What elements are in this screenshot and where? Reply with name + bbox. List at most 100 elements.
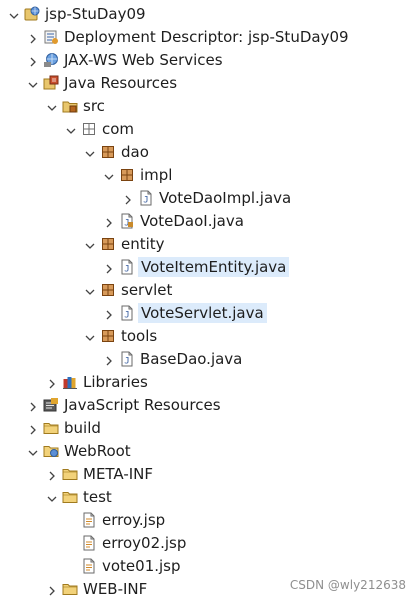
tree-item-label: VoteDaoImpl.java xyxy=(159,189,292,207)
jsp-file-icon xyxy=(81,558,97,574)
java-resources-icon xyxy=(43,75,59,91)
tree-item-label: VoteItemEntity.java xyxy=(138,257,290,277)
tree-item-label: VoteServlet.java xyxy=(138,303,267,323)
java-interface-file-icon: J xyxy=(119,213,135,229)
tree-item-vote01-jsp[interactable]: vote01.jsp xyxy=(0,555,418,578)
folder-icon xyxy=(62,466,78,482)
tree-item-basedao-java[interactable]: J BaseDao.java xyxy=(0,348,418,371)
tree-item-servlet[interactable]: servlet xyxy=(0,279,418,302)
tree-item-label: Libraries xyxy=(83,373,148,391)
tree-item-deployment-descriptor-jsp-studay09[interactable]: Deployment Descriptor: jsp-StuDay09 xyxy=(0,26,418,49)
tree-item-test[interactable]: test xyxy=(0,486,418,509)
tree-item-label: Java Resources xyxy=(64,74,178,92)
chevron-right-icon[interactable] xyxy=(103,353,115,366)
tree-item-label: erroy02.jsp xyxy=(102,534,187,552)
tree-item-label: vote01.jsp xyxy=(102,557,181,575)
folder-icon xyxy=(62,489,78,505)
package-icon xyxy=(119,167,135,183)
tree-item-label: BaseDao.java xyxy=(140,350,243,368)
project-explorer-tree: jsp-StuDay09 Deployment Descriptor: jsp-S… xyxy=(0,0,418,603)
tree-item-label: com xyxy=(102,120,135,138)
chevron-down-icon[interactable] xyxy=(84,238,96,250)
java-file-icon: J xyxy=(119,259,135,275)
tree-item-label: impl xyxy=(140,166,173,184)
csdn-watermark: CSDN @wly212638 xyxy=(289,578,406,592)
tree-item-label: entity xyxy=(121,235,165,253)
chevron-right-icon[interactable] xyxy=(46,583,58,596)
tree-item-meta-inf[interactable]: META-INF xyxy=(0,463,418,486)
chevron-right-icon[interactable] xyxy=(27,399,39,412)
source-folder-icon xyxy=(62,98,78,114)
tree-item-label: Deployment Descriptor: jsp-StuDay09 xyxy=(64,28,349,46)
javascript-resources-icon xyxy=(43,397,59,413)
chevron-down-icon[interactable] xyxy=(27,445,39,457)
tree-item-votedaoi-java[interactable]: J VoteDaoI.java xyxy=(0,210,418,233)
libraries-icon xyxy=(62,374,78,390)
chevron-down-icon[interactable] xyxy=(84,330,96,342)
folder-icon xyxy=(43,420,59,436)
tree-item-erroy-jsp[interactable]: erroy.jsp xyxy=(0,509,418,532)
chevron-right-icon[interactable] xyxy=(46,376,58,389)
tree-item-jsp-studay09[interactable]: jsp-StuDay09 xyxy=(0,3,418,26)
package-icon xyxy=(100,144,116,160)
package-icon xyxy=(100,328,116,344)
chevron-down-icon[interactable] xyxy=(8,8,20,20)
java-file-icon: J xyxy=(138,190,154,206)
tree-item-build[interactable]: build xyxy=(0,417,418,440)
chevron-down-icon[interactable] xyxy=(84,146,96,158)
java-file-icon: J xyxy=(119,351,135,367)
tree-item-java-resources[interactable]: Java Resources xyxy=(0,72,418,95)
tree-item-label: META-INF xyxy=(83,465,154,483)
tree-item-label: erroy.jsp xyxy=(102,511,166,529)
tree-item-label: tools xyxy=(121,327,158,345)
package-icon xyxy=(100,236,116,252)
java-file-icon: J xyxy=(119,305,135,321)
tree-item-libraries[interactable]: Libraries xyxy=(0,371,418,394)
tree-item-label: VoteDaoI.java xyxy=(140,212,244,230)
web-folder-icon xyxy=(43,443,59,459)
package-icon xyxy=(100,282,116,298)
chevron-down-icon[interactable] xyxy=(84,284,96,296)
chevron-down-icon[interactable] xyxy=(65,123,77,135)
tree-item-label: test xyxy=(83,488,112,506)
tree-item-tools[interactable]: tools xyxy=(0,325,418,348)
svg-text:J: J xyxy=(143,196,148,206)
tree-item-voteitementity-java[interactable]: J VoteItemEntity.java xyxy=(0,256,418,279)
chevron-right-icon[interactable] xyxy=(103,215,115,228)
chevron-down-icon[interactable] xyxy=(103,169,115,181)
tree-item-impl[interactable]: impl xyxy=(0,164,418,187)
folder-icon xyxy=(62,581,78,597)
empty-package-icon xyxy=(81,121,97,137)
tree-item-label: WebRoot xyxy=(64,442,131,460)
svg-text:J: J xyxy=(124,265,129,275)
chevron-right-icon[interactable] xyxy=(103,307,115,320)
tree-item-label: servlet xyxy=(121,281,173,299)
tree-item-dao[interactable]: dao xyxy=(0,141,418,164)
tree-item-label: JAX-WS Web Services xyxy=(64,51,223,69)
chevron-down-icon[interactable] xyxy=(46,491,58,503)
svg-text:J: J xyxy=(124,357,129,367)
chevron-right-icon[interactable] xyxy=(103,261,115,274)
chevron-down-icon[interactable] xyxy=(46,100,58,112)
tree-item-webroot[interactable]: WebRoot xyxy=(0,440,418,463)
tree-item-label: dao xyxy=(121,143,149,161)
chevron-right-icon[interactable] xyxy=(122,192,134,205)
chevron-right-icon[interactable] xyxy=(46,468,58,481)
deployment-descriptor-icon xyxy=(43,29,59,45)
tree-item-votedaoimpl-java[interactable]: J VoteDaoImpl.java xyxy=(0,187,418,210)
web-project-icon xyxy=(24,6,40,22)
tree-item-src[interactable]: src xyxy=(0,95,418,118)
tree-item-com[interactable]: com xyxy=(0,118,418,141)
tree-item-erroy02-jsp[interactable]: erroy02.jsp xyxy=(0,532,418,555)
chevron-down-icon[interactable] xyxy=(27,77,39,89)
tree-item-javascript-resources[interactable]: JavaScript Resources xyxy=(0,394,418,417)
chevron-right-icon[interactable] xyxy=(27,54,39,67)
chevron-right-icon[interactable] xyxy=(27,422,39,435)
chevron-right-icon[interactable] xyxy=(27,31,39,44)
tree-item-entity[interactable]: entity xyxy=(0,233,418,256)
tree-item-voteservlet-java[interactable]: J VoteServlet.java xyxy=(0,302,418,325)
tree-item-label: build xyxy=(64,419,101,437)
tree-item-jax-ws-web-services[interactable]: JAX-WS Web Services xyxy=(0,49,418,72)
svg-text:J: J xyxy=(124,311,129,321)
web-services-icon xyxy=(43,52,59,68)
